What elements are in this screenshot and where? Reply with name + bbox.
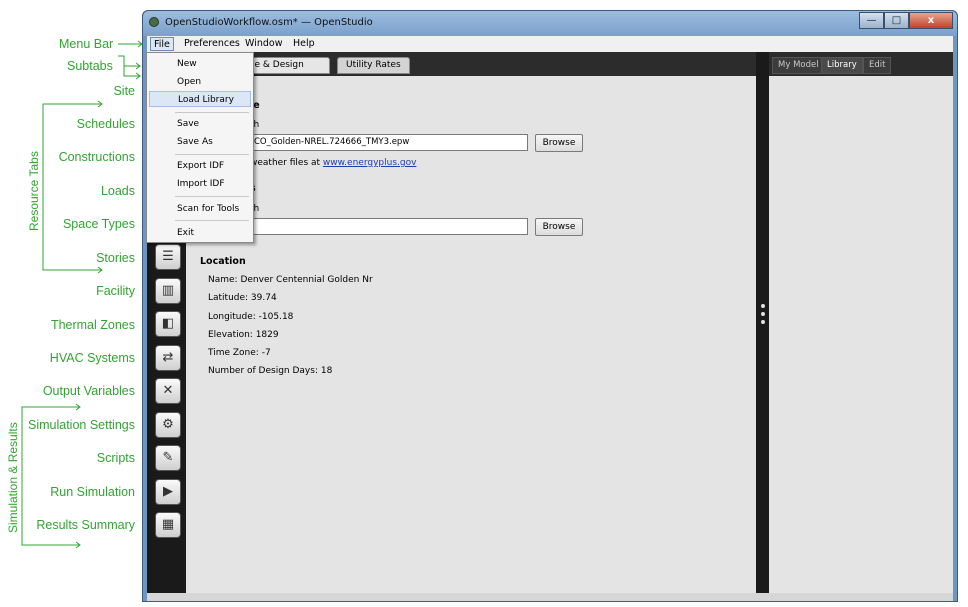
weather-download-text: weather files at www.energyplus.gov (250, 158, 417, 168)
weather-file-path-field[interactable]: CO_Golden-NREL.724666_TMY3.epw (250, 134, 528, 151)
splitter-grip (761, 304, 765, 308)
menu-item-save[interactable]: Save (149, 116, 251, 132)
menu-help[interactable]: Help (290, 37, 318, 51)
splitter-grip (761, 320, 765, 324)
facility-icon[interactable]: ▥ (155, 278, 181, 304)
menu-separator (175, 196, 249, 197)
file-menu-dropdown: New Open Load Library Save Save As Expor… (146, 52, 254, 243)
menu-item-open[interactable]: Open (149, 74, 251, 90)
openstudio-app-icon (149, 17, 159, 27)
main-area: ☰ ▥ ◧ ⇄ ✕ ⚙ ✎ ▶ ▦ le & Design Days Utili… (147, 52, 953, 593)
menu-item-export-idf[interactable]: Export IDF (149, 158, 251, 174)
location-title: Location (200, 256, 246, 267)
output-variables-icon[interactable]: ✕ (155, 378, 181, 404)
tab-library[interactable]: Library (821, 57, 863, 74)
menu-preferences[interactable]: Preferences (181, 37, 243, 51)
tab-utility-rates[interactable]: Utility Rates (337, 57, 410, 74)
design-days-browse-button[interactable]: Browse (535, 218, 583, 236)
right-panel: My Model Library Edit (769, 52, 953, 593)
location-longitude: Longitude: -105.18 (208, 312, 294, 322)
right-panel-tabs: My Model Library Edit (769, 52, 953, 76)
location-name: Name: Denver Centennial Golden Nr (208, 275, 373, 285)
location-latitude: Latitude: 39.74 (208, 293, 277, 303)
menu-separator (175, 154, 249, 155)
menu-bar: File Preferences Window Help (147, 36, 953, 52)
energyplus-link[interactable]: www.energyplus.gov (323, 158, 417, 168)
menu-window[interactable]: Window (242, 37, 285, 51)
menu-item-import-idf[interactable]: Import IDF (149, 176, 251, 192)
tab-edit[interactable]: Edit (863, 57, 892, 74)
menu-item-scan-for-tools[interactable]: Scan for Tools (149, 201, 251, 217)
window-controls: — □ x (859, 12, 953, 29)
location-design-days-count: Number of Design Days: 18 (208, 366, 333, 376)
title-bar: OpenStudioWorkflow.osm* — OpenStudio — □… (143, 11, 957, 36)
location-time-zone: Time Zone: -7 (208, 348, 271, 358)
maximize-icon[interactable]: □ (884, 12, 909, 29)
panel-splitter[interactable] (756, 52, 769, 593)
tab-my-model[interactable]: My Model (772, 57, 825, 74)
close-icon[interactable]: x (909, 12, 953, 29)
scripts-icon[interactable]: ✎ (155, 445, 181, 471)
window-title: OpenStudioWorkflow.osm* — OpenStudio (165, 17, 373, 28)
menu-item-new[interactable]: New (149, 56, 251, 72)
hvac-icon[interactable]: ⇄ (155, 345, 181, 371)
menu-item-exit[interactable]: Exit (149, 225, 251, 241)
subtab-strip: le & Design Days Utility Rates (186, 52, 756, 85)
stories-icon[interactable]: ☰ (155, 244, 181, 270)
location-elevation: Elevation: 1829 (208, 330, 279, 340)
minimize-icon[interactable]: — (859, 12, 884, 29)
weather-browse-button[interactable]: Browse (535, 134, 583, 152)
splitter-grip (761, 312, 765, 316)
results-summary-icon[interactable]: ▦ (155, 512, 181, 538)
status-bar (147, 593, 953, 601)
menu-file[interactable]: File (150, 37, 174, 51)
app-window: OpenStudioWorkflow.osm* — OpenStudio — □… (142, 10, 958, 602)
menu-item-save-as[interactable]: Save As (149, 134, 251, 150)
simulation-settings-icon[interactable]: ⚙ (155, 412, 181, 438)
menu-separator (175, 112, 249, 113)
thermal-zones-icon[interactable]: ◧ (155, 311, 181, 337)
menu-separator (175, 220, 249, 221)
design-days-path-field[interactable] (250, 218, 528, 235)
run-simulation-icon[interactable]: ▶ (155, 479, 181, 505)
menu-item-load-library[interactable]: Load Library (149, 91, 251, 107)
site-content: le th CO_Golden-NREL.724666_TMY3.epw Bro… (186, 76, 756, 593)
